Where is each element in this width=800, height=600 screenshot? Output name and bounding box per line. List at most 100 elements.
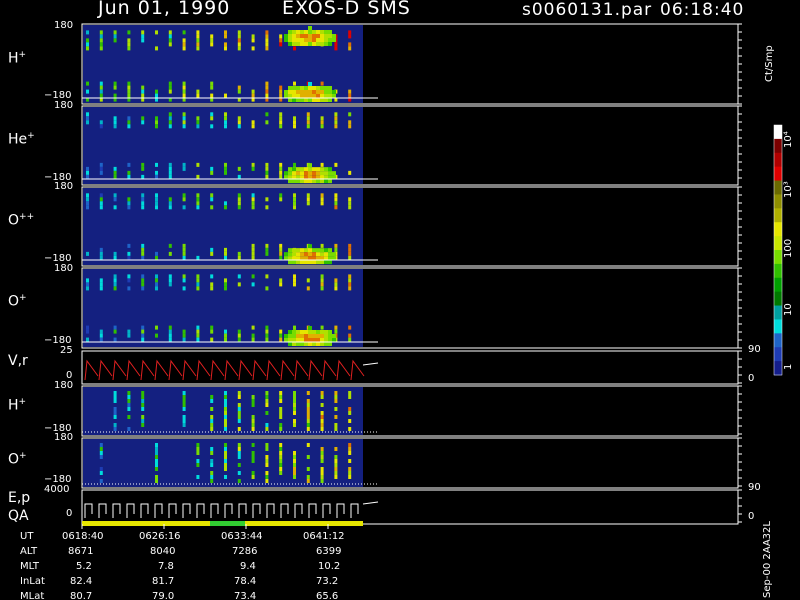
spectrogram-cell bbox=[348, 93, 352, 98]
spectrogram-cell bbox=[265, 46, 269, 51]
spectrogram-cell bbox=[308, 86, 312, 90]
spectrogram-cell bbox=[300, 252, 304, 257]
spectrogram-cell bbox=[196, 174, 200, 179]
y-tick-p1-top: 180 bbox=[54, 20, 74, 31]
spectrogram-cell bbox=[279, 447, 283, 451]
spectrogram-cell bbox=[279, 467, 283, 471]
spectrogram-cell bbox=[296, 86, 300, 90]
spectrogram-cell bbox=[168, 38, 172, 43]
spectrogram-cell bbox=[99, 197, 103, 202]
spectrogram-cell bbox=[296, 334, 300, 338]
spectrogram-cell bbox=[334, 427, 338, 431]
spectrogram-cell bbox=[265, 205, 269, 210]
spectrogram-cell bbox=[293, 162, 296, 167]
spectrogram-cell bbox=[168, 30, 172, 35]
table-cell: 9.4 bbox=[240, 561, 256, 572]
spectrogram-cell bbox=[293, 475, 296, 479]
spectrogram-cell bbox=[99, 247, 103, 252]
spectrogram-cell bbox=[155, 197, 158, 202]
spectrogram-cell bbox=[224, 42, 227, 47]
spectrogram-cell bbox=[279, 329, 283, 334]
spectrogram-cell bbox=[306, 403, 310, 407]
spectrogram-cell bbox=[155, 255, 158, 260]
spectrogram-cell bbox=[113, 124, 117, 129]
spectrogram-cell bbox=[113, 407, 117, 411]
spectrogram-cell bbox=[265, 455, 269, 459]
spectrogram-cell bbox=[320, 120, 324, 125]
spectrogram-cell bbox=[308, 82, 312, 86]
spectrogram-cell bbox=[320, 391, 324, 395]
spectrogram-cell bbox=[127, 174, 131, 179]
spectrogram-cell bbox=[316, 86, 320, 90]
spectrogram-cell bbox=[320, 455, 324, 459]
spectrogram-cell bbox=[168, 162, 172, 167]
spectrogram-cell bbox=[304, 94, 308, 98]
spectrogram-cell bbox=[306, 286, 310, 291]
spectrogram-cell bbox=[320, 459, 324, 463]
spectrogram-cell bbox=[113, 391, 117, 395]
spectrogram-cell bbox=[99, 81, 103, 86]
spectrogram-cell bbox=[196, 205, 200, 210]
spectrogram-cell bbox=[293, 201, 296, 206]
spectrogram-cell bbox=[304, 334, 308, 338]
spectrogram-cell bbox=[251, 325, 255, 330]
spectrogram-cell bbox=[141, 193, 145, 198]
spectrogram-cell bbox=[196, 278, 200, 283]
spectrogram-cell bbox=[265, 337, 269, 342]
spectrogram-cell bbox=[182, 85, 186, 90]
spectrogram-cell bbox=[320, 260, 324, 265]
spectrogram-cell bbox=[312, 330, 316, 334]
spectrogram-cell bbox=[224, 205, 227, 210]
spectrogram-cell bbox=[306, 193, 310, 198]
spectrogram-cell bbox=[293, 467, 296, 471]
spectrogram-cell bbox=[237, 443, 241, 447]
spectrogram-cell bbox=[316, 342, 320, 346]
spectrogram-cell bbox=[237, 455, 241, 459]
spectrogram-cell bbox=[284, 338, 288, 342]
spectrogram-cell bbox=[113, 193, 117, 198]
spectrogram-cell bbox=[127, 116, 131, 121]
spectrogram-cell bbox=[127, 395, 131, 399]
colorbar-segment bbox=[774, 125, 782, 140]
colorbar-segment bbox=[774, 222, 782, 237]
spectrogram-cell bbox=[127, 201, 131, 206]
spectrogram-cell bbox=[210, 116, 214, 121]
spectrogram-cell bbox=[334, 395, 338, 399]
spectrogram-cell bbox=[210, 205, 214, 210]
spectrogram-cell bbox=[328, 179, 332, 184]
spectrogram-cell bbox=[328, 171, 332, 176]
spectrogram-cell bbox=[141, 282, 145, 287]
spectrogram-cell bbox=[279, 170, 283, 175]
spectrogram-cell bbox=[288, 338, 292, 342]
spectrogram-cell bbox=[224, 30, 227, 35]
spectrogram-cell bbox=[141, 162, 145, 167]
spectrogram-cell bbox=[182, 120, 186, 125]
spectrogram-cell bbox=[328, 252, 332, 257]
spectrogram-cell bbox=[99, 286, 103, 291]
spectrogram-cell bbox=[320, 179, 324, 184]
spectrogram-cell bbox=[86, 197, 89, 202]
spectrogram-cell bbox=[99, 443, 103, 447]
spectrogram-cell bbox=[320, 342, 324, 346]
spectrogram-cell bbox=[300, 94, 304, 98]
spectrogram-cell bbox=[210, 463, 214, 467]
spectrogram-cell bbox=[296, 94, 300, 98]
spectrogram-cell bbox=[86, 38, 89, 43]
spectrogram-cell bbox=[334, 463, 338, 467]
spectrogram-cell bbox=[320, 467, 324, 471]
spectrogram-cell bbox=[113, 423, 117, 427]
spectrogram-cell bbox=[265, 463, 269, 467]
colorbar-tick-1: 1 bbox=[783, 363, 794, 370]
table-cell: 82.4 bbox=[70, 576, 93, 587]
spectrogram-cell bbox=[320, 338, 324, 342]
spectrogram-cell bbox=[316, 252, 320, 257]
spectrogram-cell bbox=[182, 274, 186, 279]
spectrogram-cell bbox=[265, 399, 269, 403]
spectrogram-cell bbox=[300, 42, 304, 46]
spectrogram-cell bbox=[308, 98, 312, 102]
spectrogram-cell bbox=[296, 34, 300, 38]
spectrogram-cell bbox=[320, 286, 324, 291]
spectrogram-cell bbox=[141, 38, 145, 43]
spectrogram-cell bbox=[127, 286, 131, 291]
spectrogram-cell bbox=[86, 120, 89, 125]
